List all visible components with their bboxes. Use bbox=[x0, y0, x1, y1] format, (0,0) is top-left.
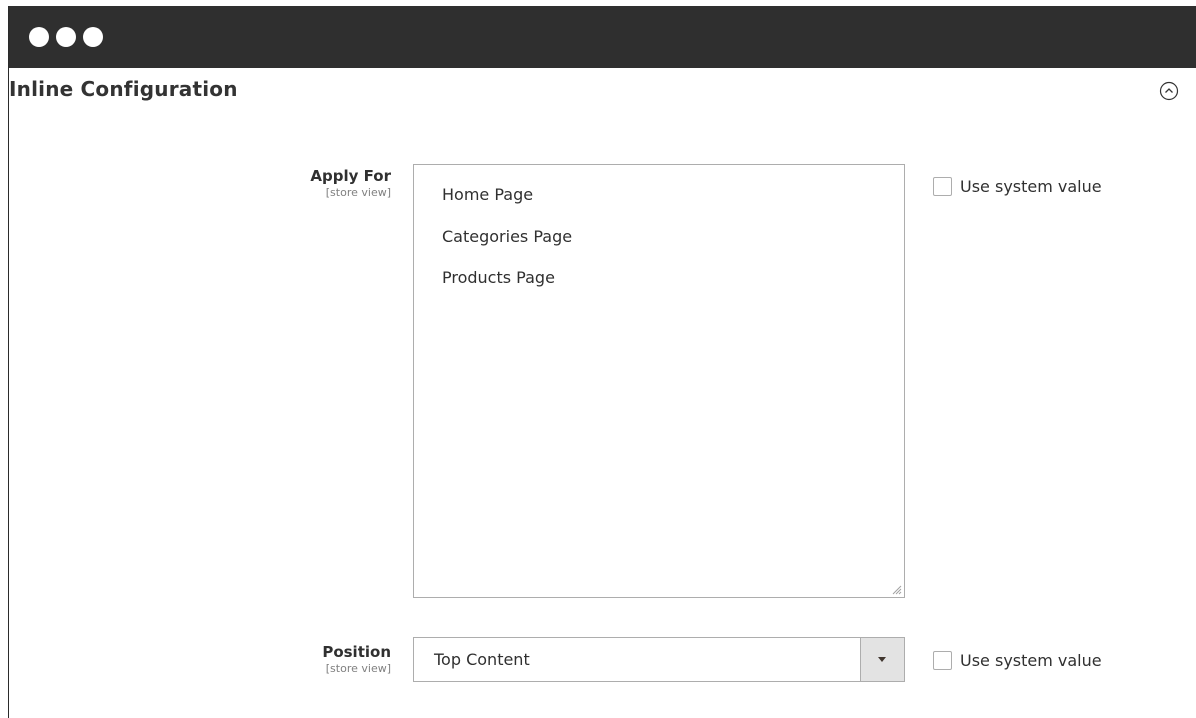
position-select-value: Top Content bbox=[434, 650, 530, 669]
window-dot-icon bbox=[83, 27, 103, 47]
apply-for-use-system-value[interactable]: Use system value bbox=[933, 177, 1102, 196]
option-categories-page[interactable]: Categories Page bbox=[442, 227, 572, 246]
position-scope: [store view] bbox=[325, 662, 391, 675]
option-home-page[interactable]: Home Page bbox=[442, 185, 533, 204]
apply-for-label-group: Apply For [store view] bbox=[191, 167, 391, 200]
position-use-system-label[interactable]: Use system value bbox=[960, 651, 1102, 670]
window: Inline Configuration Apply For [store vi… bbox=[8, 6, 1196, 718]
window-dot-icon bbox=[56, 27, 76, 47]
section-title[interactable]: Inline Configuration bbox=[9, 77, 238, 101]
resize-handle-icon[interactable] bbox=[890, 583, 902, 595]
apply-for-use-system-checkbox[interactable] bbox=[933, 177, 952, 196]
position-use-system-value[interactable]: Use system value bbox=[933, 651, 1102, 670]
position-label: Position bbox=[322, 643, 391, 661]
chevron-up-circle-icon[interactable] bbox=[1159, 81, 1179, 101]
position-use-system-checkbox[interactable] bbox=[933, 651, 952, 670]
position-select[interactable]: Top Content bbox=[413, 637, 905, 682]
window-dot-icon bbox=[29, 27, 49, 47]
window-titlebar bbox=[9, 6, 1196, 68]
option-products-page[interactable]: Products Page bbox=[442, 268, 555, 287]
dropdown-arrow-icon[interactable] bbox=[860, 638, 904, 681]
apply-for-label: Apply For bbox=[310, 167, 391, 185]
apply-for-use-system-label[interactable]: Use system value bbox=[960, 177, 1102, 196]
position-label-group: Position [store view] bbox=[191, 643, 391, 676]
apply-for-scope: [store view] bbox=[325, 186, 391, 199]
apply-for-multiselect[interactable]: Home Page Categories Page Products Page bbox=[413, 164, 905, 598]
